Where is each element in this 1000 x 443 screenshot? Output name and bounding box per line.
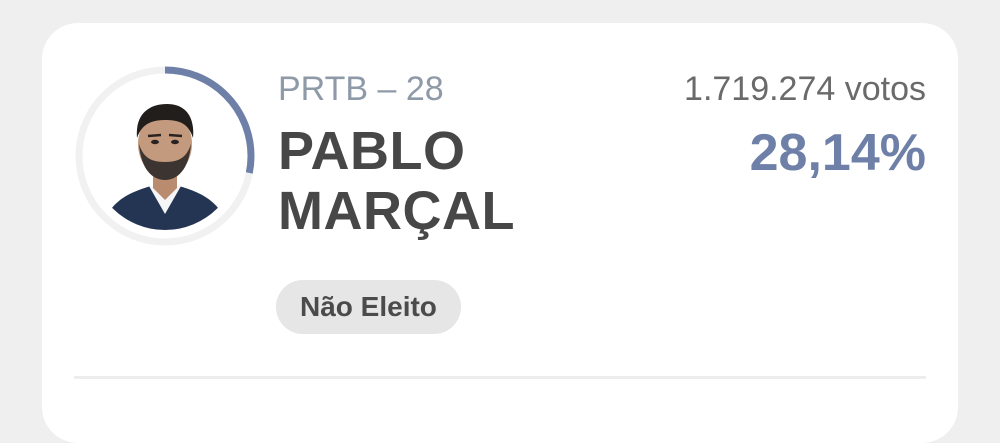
- candidate-card: PRTB – 28 PABLO MARÇAL 1.719.274 votos 2…: [42, 23, 958, 443]
- party-label: PRTB – 28: [278, 70, 444, 108]
- vote-count: 1.719.274 votos: [684, 70, 926, 108]
- candidate-avatar: [74, 65, 256, 247]
- candidate-name: PABLO MARÇAL: [278, 121, 515, 241]
- candidate-photo: [91, 82, 239, 230]
- status-badge: Não Eleito: [276, 280, 461, 334]
- vote-percentage: 28,14%: [749, 124, 926, 182]
- divider: [74, 376, 926, 379]
